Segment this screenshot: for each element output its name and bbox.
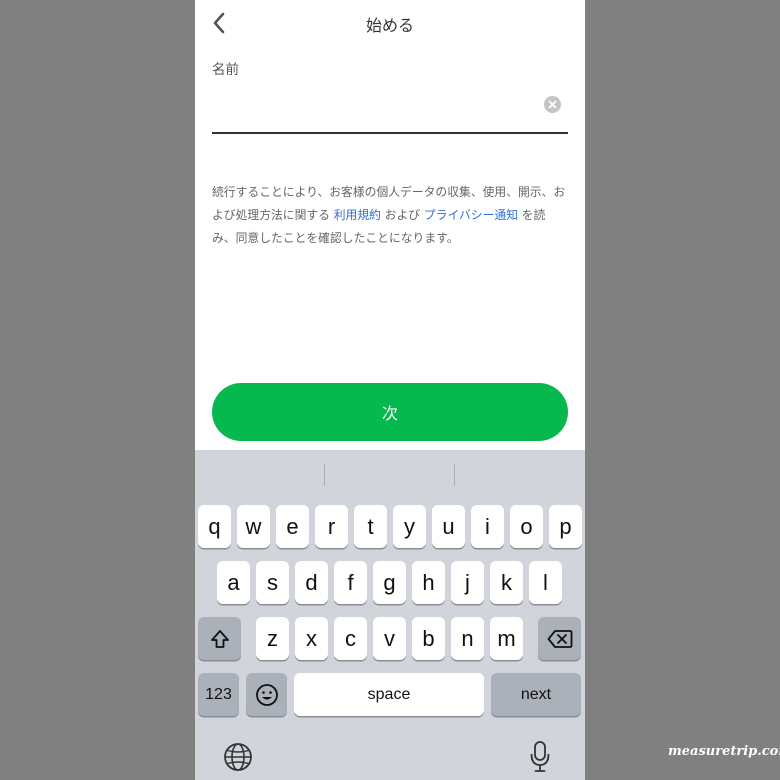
next-button[interactable]: 次 [212,383,568,441]
key-e[interactable]: e [276,505,309,548]
key-m[interactable]: m [490,617,523,660]
watermark: measuretrip.com [668,744,780,759]
name-label: 名前 [212,62,239,78]
emoji-key[interactable] [246,673,287,716]
emoji-icon [255,683,278,706]
keyboard: q w e r t y u i o p a s d f g h j k l z … [195,450,585,780]
key-c[interactable]: c [334,617,367,660]
key-s[interactable]: s [256,561,289,604]
delete-icon [547,629,572,648]
key-k[interactable]: k [490,561,523,604]
key-d[interactable]: d [295,561,328,604]
key-x[interactable]: x [295,617,328,660]
suggestion-divider [324,464,325,486]
numbers-key[interactable]: 123 [198,673,239,716]
phone-screen: 始める 名前 続行することにより、お客様の個人データの収集、使用、開示、および処… [195,0,585,780]
key-n[interactable]: n [451,617,484,660]
key-i[interactable]: i [471,505,504,548]
suggestion-divider [454,464,455,486]
key-t[interactable]: t [354,505,387,548]
space-key[interactable]: space [294,673,484,716]
key-r[interactable]: r [315,505,348,548]
nav-bar: 始める [195,0,585,46]
delete-key[interactable] [538,617,581,660]
key-h[interactable]: h [412,561,445,604]
key-l[interactable]: l [529,561,562,604]
shift-key[interactable] [198,617,241,660]
globe-icon[interactable] [223,742,253,772]
key-a[interactable]: a [217,561,250,604]
key-b[interactable]: b [412,617,445,660]
name-input-underline [212,132,568,134]
consent-text-2: および [380,208,424,222]
key-y[interactable]: y [393,505,426,548]
consent-text: 続行することにより、お客様の個人データの収集、使用、開示、および処理方法に関する… [212,181,568,250]
key-j[interactable]: j [451,561,484,604]
key-v[interactable]: v [373,617,406,660]
clear-circle-icon[interactable] [544,96,561,113]
mic-icon[interactable] [529,740,551,774]
suggestion-bar[interactable] [195,450,585,496]
key-f[interactable]: f [334,561,367,604]
key-q[interactable]: q [198,505,231,548]
key-u[interactable]: u [432,505,465,548]
terms-link[interactable]: 利用規約 [334,208,381,222]
page-title: 始める [365,16,414,35]
shift-icon [210,629,229,648]
key-z[interactable]: z [256,617,289,660]
key-w[interactable]: w [237,505,270,548]
key-o[interactable]: o [510,505,543,548]
key-p[interactable]: p [549,505,582,548]
privacy-link[interactable]: プライバシー通知 [424,208,518,222]
name-input[interactable] [212,88,536,130]
next-key[interactable]: next [491,673,581,716]
key-g[interactable]: g [373,561,406,604]
